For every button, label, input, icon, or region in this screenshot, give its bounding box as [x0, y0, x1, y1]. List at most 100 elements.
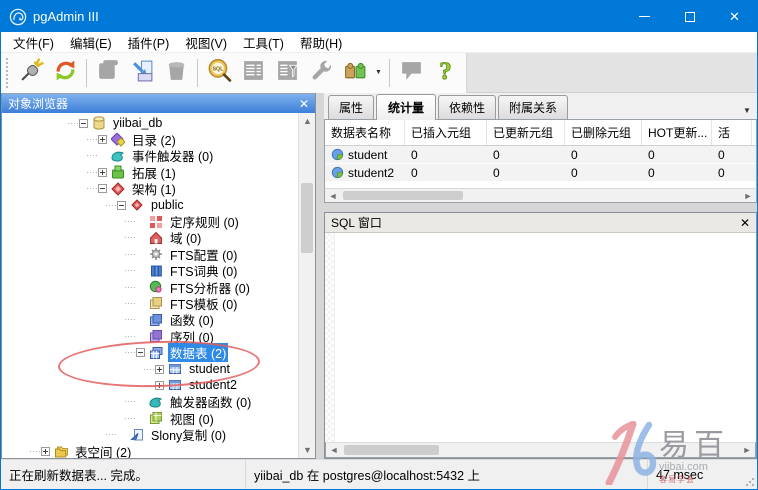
toolbar-create-object-button[interactable]	[125, 56, 159, 90]
menu-item-help[interactable]: 帮助(H)	[292, 31, 350, 54]
collapse-icon[interactable]	[79, 119, 88, 128]
tree-item-schemas[interactable]: 架构 (1)	[2, 181, 298, 197]
tree-item-trigger-functions[interactable]: 触发器函数 (0)	[2, 394, 298, 410]
sql-pane-close-icon[interactable]: ✕	[740, 216, 750, 230]
tablespaces-icon	[54, 444, 68, 458]
toolbar-grip[interactable]	[4, 58, 11, 88]
grid-horizontal-scrollbar[interactable]: ◄ ►	[324, 188, 757, 203]
menu-item-edit[interactable]: 编辑(E)	[62, 31, 120, 54]
tab-dependents[interactable]: 附属关系	[498, 95, 568, 119]
table-row-student2[interactable]: student200000	[325, 164, 756, 182]
event-triggers-icon	[111, 149, 125, 163]
vertical-splitter[interactable]	[316, 93, 324, 459]
tree-item-fts-parsers[interactable]: FTS分析器 (0)	[2, 279, 298, 295]
row-value-cell: 0	[487, 164, 565, 181]
toolbar-connect-server-button[interactable]	[14, 56, 48, 90]
toolbar-help-button[interactable]: ?	[428, 56, 462, 90]
menu-item-view[interactable]: 视图(V)	[177, 31, 235, 54]
tree-item-table-student[interactable]: student	[2, 361, 298, 377]
view-data-icon	[241, 58, 266, 88]
menu-item-tools[interactable]: 工具(T)	[235, 31, 292, 54]
main-area: 对象浏览器 ✕ yiibai_db目录 (2)事件触发器 (0)拓展 (1)架构…	[1, 93, 757, 459]
tree-connector	[125, 237, 135, 238]
toolbar-sql-query-tool-button[interactable]: SQL	[202, 56, 236, 90]
scroll-left-icon[interactable]: ◄	[325, 189, 341, 202]
expand-icon[interactable]	[41, 447, 50, 456]
tree-item-domains[interactable]: 域 (0)	[2, 230, 298, 246]
scroll-left-icon[interactable]: ◄	[326, 443, 342, 457]
toolbar-refresh-button[interactable]	[48, 56, 82, 90]
menu-item-plugins[interactable]: 插件(P)	[120, 31, 178, 54]
row-name-cell: student	[325, 146, 405, 163]
scroll-right-icon[interactable]: ►	[739, 443, 755, 457]
column-header[interactable]: 已删除元组	[565, 120, 642, 145]
tree-item-schema-public[interactable]: public	[2, 197, 298, 213]
fts-template-icon	[149, 296, 163, 310]
tree-vertical-scrollbar[interactable]: ▲ ▼	[298, 113, 315, 458]
tree-item-tables[interactable]: 数据表 (2)	[2, 344, 298, 360]
tab-dependencies[interactable]: 依赖性	[438, 95, 496, 119]
object-browser-panel: 对象浏览器 ✕ yiibai_db目录 (2)事件触发器 (0)拓展 (1)架构…	[1, 93, 316, 459]
scroll-right-icon[interactable]: ►	[740, 189, 756, 202]
expand-icon[interactable]	[98, 135, 107, 144]
expand-icon[interactable]	[98, 168, 107, 177]
close-button[interactable]: ✕	[712, 1, 757, 32]
tree-item-tablespaces[interactable]: 表空间 (2)	[2, 443, 298, 458]
horizontal-splitter[interactable]	[324, 203, 757, 212]
tree-item-database-yiibai-db[interactable]: yiibai_db	[2, 115, 298, 131]
sql-horizontal-scrollbar[interactable]: ◄ ►	[325, 442, 756, 458]
tree-item-collations[interactable]: 定序规则 (0)	[2, 213, 298, 229]
scrollbar-thumb[interactable]	[343, 191, 463, 200]
tree-item-fts-dictionaries[interactable]: FTS词典 (0)	[2, 263, 298, 279]
tree-connector	[144, 369, 154, 370]
status-message: 正在刷新数据表... 完成。	[1, 460, 246, 489]
expand-icon[interactable]	[155, 381, 164, 390]
object-browser-close-icon[interactable]: ✕	[299, 98, 309, 110]
tab-list-dropdown-icon[interactable]: ▼	[739, 101, 755, 119]
tree-connector	[125, 352, 135, 353]
tree-item-label: student2	[187, 378, 239, 392]
resize-grip[interactable]	[745, 477, 755, 487]
fts-dict-icon	[149, 264, 163, 278]
table-row-student[interactable]: student00000	[325, 146, 756, 164]
scrollbar-thumb[interactable]	[301, 183, 313, 253]
expand-icon[interactable]	[155, 365, 164, 374]
column-header[interactable]: HOT更新...	[642, 120, 712, 145]
tree-item-table-student2[interactable]: student2	[2, 377, 298, 393]
tree-item-event-triggers[interactable]: 事件触发器 (0)	[2, 148, 298, 164]
tree-item-catalogs[interactable]: 目录 (2)	[2, 131, 298, 147]
column-header[interactable]: 数据表名称	[325, 120, 405, 145]
sql-editor[interactable]	[325, 233, 756, 442]
tree-item-views[interactable]: 视图 (0)	[2, 410, 298, 426]
scroll-up-icon[interactable]: ▲	[299, 113, 315, 129]
tree-item-extensions[interactable]: 拓展 (1)	[2, 164, 298, 180]
scroll-down-icon[interactable]: ▼	[299, 442, 315, 458]
tab-properties[interactable]: 属性	[328, 95, 374, 119]
sql-editor-gutter	[325, 233, 335, 442]
scrollbar-thumb[interactable]	[344, 445, 439, 455]
refresh-icon	[53, 58, 78, 88]
toolbar-plugins-dropdown-icon[interactable]: ▼	[372, 56, 385, 90]
collapse-icon[interactable]	[98, 184, 107, 193]
domains-icon	[149, 231, 163, 245]
minimize-button[interactable]	[622, 1, 667, 32]
collapse-icon[interactable]	[136, 348, 145, 357]
column-header[interactable]: 已更新元组	[487, 120, 565, 145]
toolbar-plugins-button[interactable]	[338, 56, 372, 90]
row-value-cell: 0	[712, 146, 752, 163]
row-name: student	[348, 148, 387, 162]
collapse-icon[interactable]	[117, 201, 126, 210]
tab-statistics[interactable]: 统计量	[376, 94, 436, 120]
tree-item-slony-replication[interactable]: Slony复制 (0)	[2, 426, 298, 442]
sql-editor-text[interactable]	[335, 233, 756, 442]
tree-item-sequences[interactable]: 序列 (0)	[2, 328, 298, 344]
menu-item-file[interactable]: 文件(F)	[5, 31, 62, 54]
maximize-button[interactable]	[667, 1, 712, 32]
tree-item-fts-templates[interactable]: FTS模板 (0)	[2, 295, 298, 311]
column-header[interactable]: 活	[712, 120, 752, 145]
puzzle-icon	[343, 58, 368, 88]
tree-item-functions[interactable]: 函数 (0)	[2, 312, 298, 328]
svg-text:?: ?	[439, 58, 452, 83]
column-header[interactable]: 已插入元组	[405, 120, 487, 145]
tree-item-fts-configurations[interactable]: FTS配置 (0)	[2, 246, 298, 262]
